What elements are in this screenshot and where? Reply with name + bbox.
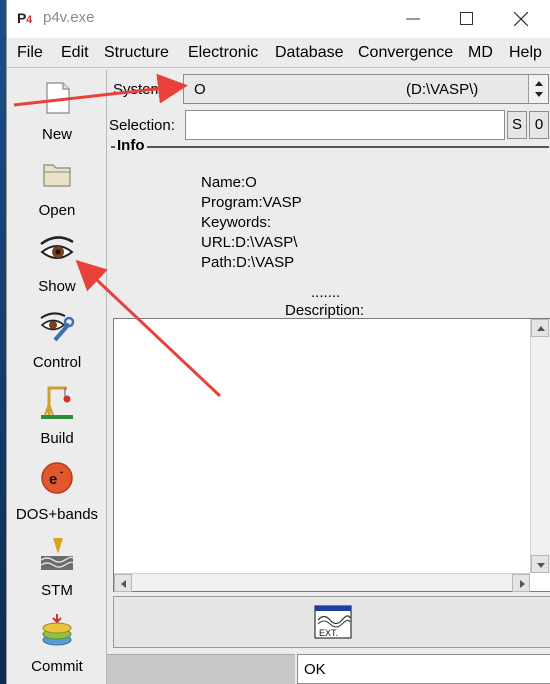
new-document-icon <box>46 82 70 114</box>
tool-label: Commit <box>31 658 83 675</box>
status-message-box: OK <box>297 654 550 684</box>
scroll-down-arrow-icon <box>537 563 545 568</box>
scroll-down-button[interactable] <box>531 555 549 573</box>
tool-label: Show <box>38 278 76 295</box>
description-textarea[interactable] <box>113 318 550 592</box>
tool-dos-bands-button[interactable]: e - DOS+bands <box>7 456 107 532</box>
tool-show-button[interactable]: Show <box>7 228 107 304</box>
menu-electronic[interactable]: Electronic <box>188 44 258 62</box>
ext-button[interactable]: EXT. <box>314 605 352 639</box>
selection-label: Selection: <box>109 117 175 134</box>
system-label: System: <box>113 81 168 98</box>
selection-s-button[interactable]: S <box>507 111 527 139</box>
info-separator: ....... <box>311 284 341 301</box>
ext-button-bar: EXT. <box>113 596 550 648</box>
menu-structure[interactable]: Structure <box>104 44 169 62</box>
tool-label: Open <box>38 202 76 219</box>
tool-label: STM <box>41 582 73 599</box>
minimize-button[interactable] <box>393 4 433 34</box>
left-toolbar: New Open Show Control Build e - DOS+band… <box>7 70 107 684</box>
maximize-button[interactable] <box>447 4 487 34</box>
eye-icon <box>40 236 74 259</box>
system-spinner[interactable] <box>528 75 548 103</box>
svg-text:e: e <box>49 471 57 488</box>
info-path: Path:D:\VASP <box>201 254 295 271</box>
tool-label: Build <box>40 430 74 447</box>
menu-database[interactable]: Database <box>275 44 344 62</box>
svg-text:P: P <box>17 10 26 26</box>
menu-help[interactable]: Help <box>509 44 542 62</box>
tool-label: DOS+bands <box>15 506 99 523</box>
system-select[interactable]: O (D:\VASP\) <box>183 74 549 104</box>
electron-icon: e - <box>41 462 73 494</box>
window-title: p4v.exe <box>43 9 95 26</box>
scroll-up-button[interactable] <box>531 319 549 337</box>
scroll-left-button[interactable] <box>114 574 132 592</box>
tool-label: New <box>41 126 72 143</box>
description-vertical-scrollbar[interactable] <box>530 319 550 573</box>
description-horizontal-scrollbar[interactable] <box>114 573 530 592</box>
selection-count[interactable]: 0 <box>529 111 549 139</box>
system-name: O <box>194 81 206 98</box>
system-path: (D:\VASP\) <box>406 81 479 98</box>
menu-bar: File Edit Structure Electronic Database … <box>7 38 550 68</box>
ext-wave-icon: EXT. <box>314 605 352 639</box>
crane-icon <box>41 386 73 419</box>
scroll-right-button[interactable] <box>512 574 530 592</box>
menu-md[interactable]: MD <box>468 44 493 62</box>
menu-file[interactable]: File <box>17 44 43 62</box>
info-keywords: Keywords: <box>201 214 272 231</box>
status-message: OK <box>304 661 326 678</box>
maximize-icon <box>460 12 473 25</box>
info-program: Program:VASP <box>201 194 302 211</box>
close-button[interactable] <box>501 4 541 34</box>
app-window: P 4 p4v.exe File Edit Structure Electron… <box>6 0 550 684</box>
scroll-up-arrow-icon <box>537 326 545 331</box>
tool-open-button[interactable]: Open <box>7 152 107 228</box>
folder-open-icon <box>43 164 71 187</box>
tool-label: Control <box>32 354 82 371</box>
up-down-arrow-icon <box>535 81 543 97</box>
eye-wrench-icon <box>40 312 75 342</box>
info-url: URL:D:\VASP\ <box>201 234 298 251</box>
menu-convergence[interactable]: Convergence <box>358 44 453 62</box>
tool-commit-button[interactable]: Commit <box>7 608 107 684</box>
info-name: Name:O <box>201 174 257 191</box>
close-icon <box>514 12 528 26</box>
minimize-icon <box>406 18 420 20</box>
scroll-left-arrow-icon <box>121 580 126 588</box>
scroll-right-arrow-icon <box>520 580 525 588</box>
tool-control-button[interactable]: Control <box>7 304 107 380</box>
stm-tip-icon <box>40 538 74 570</box>
tool-new-button[interactable]: New <box>7 76 107 152</box>
ext-label: EXT. <box>319 628 338 638</box>
info-legend: Info <box>115 137 147 154</box>
tool-build-button[interactable]: Build <box>7 380 107 456</box>
svg-text:-: - <box>60 467 63 478</box>
database-stack-icon <box>42 614 72 646</box>
title-bar: P 4 p4v.exe <box>7 0 550 38</box>
status-bar-left <box>107 654 295 684</box>
selection-input[interactable] <box>185 110 505 140</box>
menu-edit[interactable]: Edit <box>61 44 89 62</box>
tool-stm-button[interactable]: STM <box>7 532 107 608</box>
p4v-logo-icon: P 4 <box>17 10 33 26</box>
description-label: Description: <box>285 302 365 319</box>
svg-text:4: 4 <box>26 14 33 26</box>
